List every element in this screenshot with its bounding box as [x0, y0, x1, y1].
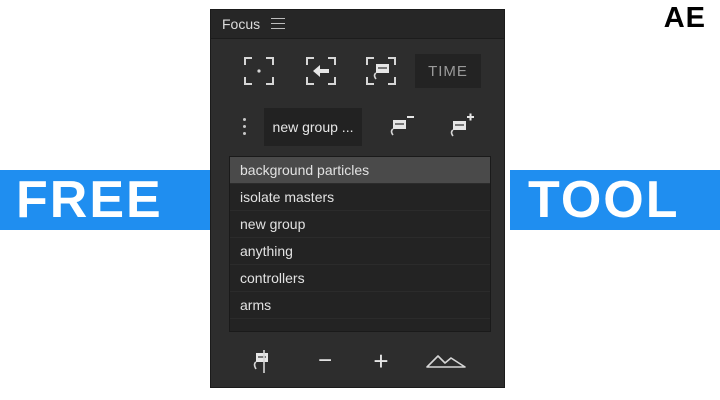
list-item[interactable]: anything: [230, 238, 490, 265]
group-options-icon[interactable]: [241, 118, 247, 138]
list-item[interactable]: new group: [230, 211, 490, 238]
focus-frame-icon: [244, 57, 274, 85]
focus-layer-button[interactable]: [363, 54, 399, 88]
banner-tool: TOOL: [510, 170, 720, 230]
layer-cursor-icon: [253, 350, 268, 373]
focus-panel: Focus TIME new group ... background part…: [211, 10, 504, 387]
remove-group-button[interactable]: −: [311, 344, 339, 378]
panel-title: Focus: [222, 16, 261, 32]
panel-menu-icon[interactable]: [271, 18, 285, 30]
group-selector[interactable]: new group ...: [264, 108, 362, 146]
layer-plus-icon: [450, 113, 474, 137]
layer-select-button[interactable]: [245, 344, 279, 378]
ae-corner-tag: AE: [663, 2, 706, 34]
focus-back-button[interactable]: [303, 54, 339, 88]
remove-from-group-button[interactable]: [383, 110, 419, 144]
list-item[interactable]: isolate masters: [230, 184, 490, 211]
arrow-left-icon: [306, 57, 336, 85]
mountain-icon: [426, 355, 466, 368]
add-to-group-button[interactable]: [443, 110, 479, 144]
banner-free: FREE: [0, 170, 210, 230]
time-button[interactable]: TIME: [415, 54, 481, 88]
panel-header: Focus: [211, 10, 504, 39]
layer-focus-icon: [366, 57, 396, 85]
list-item[interactable]: background particles: [230, 157, 490, 184]
list-item[interactable]: controllers: [230, 265, 490, 292]
layer-minus-icon: [390, 116, 414, 136]
mountain-button[interactable]: [423, 346, 469, 376]
add-group-button[interactable]: +: [367, 344, 395, 378]
group-list: background particles isolate masters new…: [229, 156, 491, 332]
focus-frame-button[interactable]: [241, 54, 277, 88]
list-item[interactable]: arms: [230, 292, 490, 319]
